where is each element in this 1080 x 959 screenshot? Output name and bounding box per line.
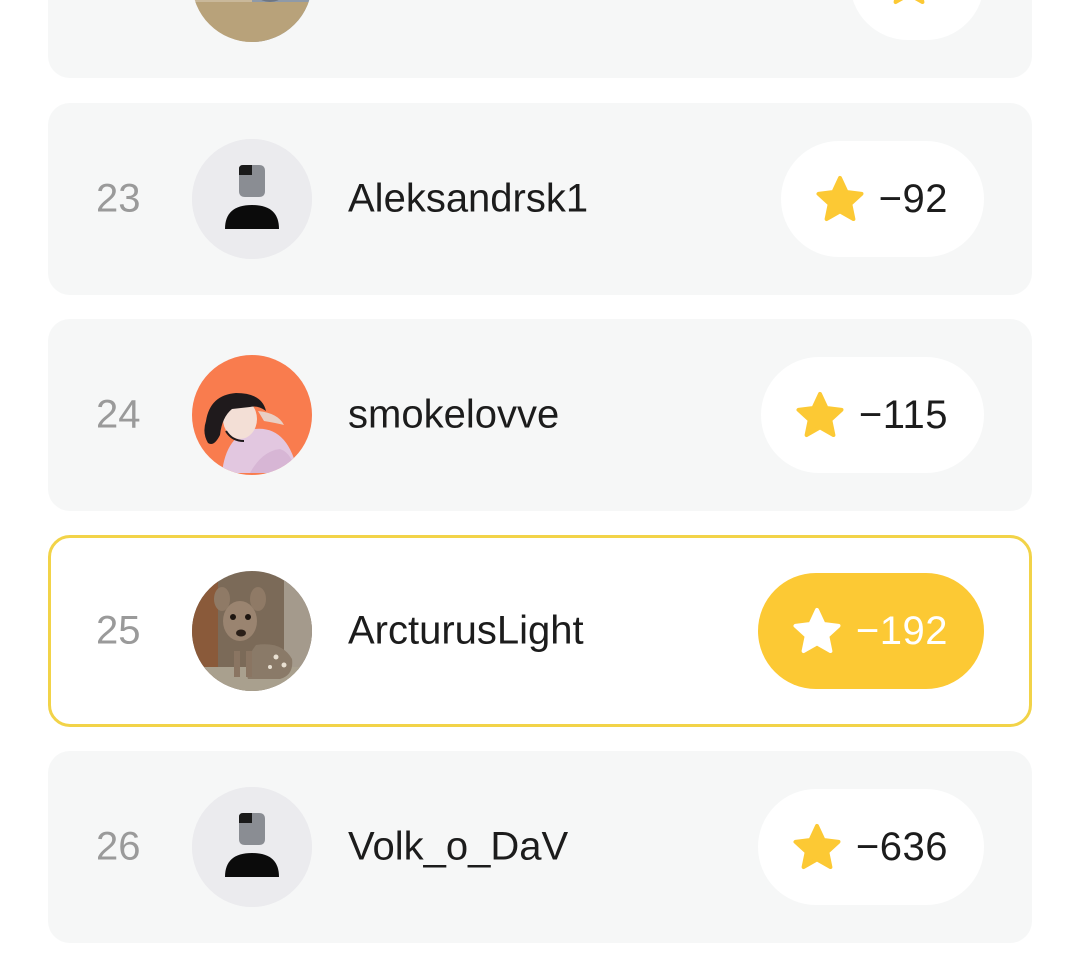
username: smokelovve xyxy=(348,392,560,437)
leaderboard-row-partial[interactable] xyxy=(48,0,1032,78)
leaderboard-row[interactable]: 24 smokelovve −115 xyxy=(48,319,1032,511)
leaderboard-row-current-user[interactable]: 25 ArcturusLight −192 xyxy=(48,535,1032,727)
rank-number: 25 xyxy=(96,608,141,653)
user-avatar[interactable] xyxy=(192,139,312,259)
score-value: −92 xyxy=(878,176,948,221)
default-user-icon xyxy=(192,139,312,259)
star-icon xyxy=(816,176,864,221)
score-pill: −92 xyxy=(780,141,984,257)
username: ArcturusLight xyxy=(348,608,584,653)
rank-number: 26 xyxy=(96,824,141,869)
score-pill: −636 xyxy=(757,789,984,905)
rank-number: 23 xyxy=(96,176,141,221)
fawn-photo xyxy=(192,571,312,691)
default-user-icon xyxy=(192,787,312,907)
rank-number: 24 xyxy=(96,392,141,437)
user-avatar[interactable] xyxy=(192,787,312,907)
star-icon xyxy=(793,824,841,869)
score-pill: −115 xyxy=(760,357,984,473)
user-avatar-photo xyxy=(192,0,312,42)
username: Volk_o_DaV xyxy=(348,824,569,869)
leaderboard-row[interactable]: 26 Volk_o_DaV −636 xyxy=(48,751,1032,943)
username: Aleksandrsk1 xyxy=(348,176,589,221)
score-value: −192 xyxy=(855,608,948,653)
user-avatar[interactable] xyxy=(192,571,312,691)
avatar-photo-image xyxy=(192,0,312,42)
score-pill-highlighted: −192 xyxy=(757,573,984,689)
star-icon xyxy=(793,608,841,653)
user-avatar[interactable] xyxy=(192,355,312,475)
leaderboard-row[interactable]: 23 Aleksandrsk1 −92 xyxy=(48,103,1032,295)
score-value: −636 xyxy=(855,824,948,869)
star-icon xyxy=(796,392,844,437)
star-icon xyxy=(893,0,925,4)
anime-girl-photo xyxy=(192,355,312,475)
score-pill xyxy=(850,0,984,40)
leaderboard-list: 23 Aleksandrsk1 −92 24 smokelovve −115 2… xyxy=(0,0,1080,959)
score-value: −115 xyxy=(858,392,948,437)
